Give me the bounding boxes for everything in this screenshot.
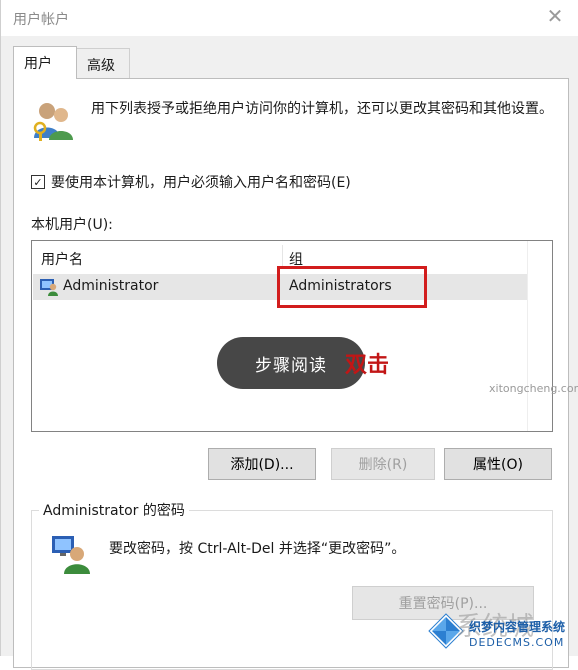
close-button[interactable]: ✕ <box>535 0 575 32</box>
password-user-icon <box>52 536 90 574</box>
watermark-brand: 织梦内容管理系统 <box>469 620 566 634</box>
step-reading-label: 步骤阅读 <box>255 355 327 376</box>
check-icon: ✓ <box>33 175 43 189</box>
add-user-button[interactable]: 添加(D)... <box>208 448 316 480</box>
tab-advanced[interactable]: 高级 <box>76 48 130 78</box>
password-groupbox-title: Administrator 的密码 <box>39 500 189 520</box>
user-accounts-window: 用户帐户 ✕ 用户 高级 用下列表授予或拒绝用户访问你的计算机，还可以更改其密码… <box>0 0 578 670</box>
description-text: 用下列表授予或拒绝用户访问你的计算机，还可以更改其密码和其他设置。 <box>91 101 553 117</box>
properties-button[interactable]: 属性(O) <box>444 448 552 480</box>
watermark-url: DEDECMS.COM <box>469 636 565 649</box>
tab-users-label: 用户 <box>24 56 52 72</box>
tab-users[interactable]: 用户 <box>13 46 77 79</box>
tab-advanced-label: 高级 <box>87 58 115 74</box>
users-group-icon <box>33 103 73 141</box>
column-header-username[interactable]: 用户名 <box>41 249 83 269</box>
list-scrollbar[interactable] <box>527 241 552 431</box>
title-bar: 用户帐户 ✕ <box>1 0 578 36</box>
double-click-annotation: 双击 <box>345 353 390 378</box>
close-icon: ✕ <box>546 4 564 28</box>
user-name-cell: Administrator <box>63 278 159 294</box>
require-login-checkbox[interactable]: ✓ <box>31 175 45 189</box>
require-login-row[interactable]: ✓ 要使用本计算机，用户必须输入用户名和密码(E) <box>31 172 351 192</box>
window-title: 用户帐户 <box>13 12 69 28</box>
highlight-annotation-box <box>277 266 427 308</box>
user-account-icon <box>40 279 58 296</box>
remove-user-button[interactable]: 删除(R) <box>331 448 435 480</box>
require-login-label: 要使用本计算机，用户必须输入用户名和密码(E) <box>51 175 351 191</box>
local-users-label: 本机用户(U): <box>31 217 113 233</box>
password-instructions: 要改密码，按 Ctrl-Alt-Del 并选择“更改密码”。 <box>109 541 406 557</box>
step-reading-overlay[interactable]: 步骤阅读 <box>217 337 365 389</box>
watermark-sub-url: xitongcheng.com <box>489 382 578 395</box>
